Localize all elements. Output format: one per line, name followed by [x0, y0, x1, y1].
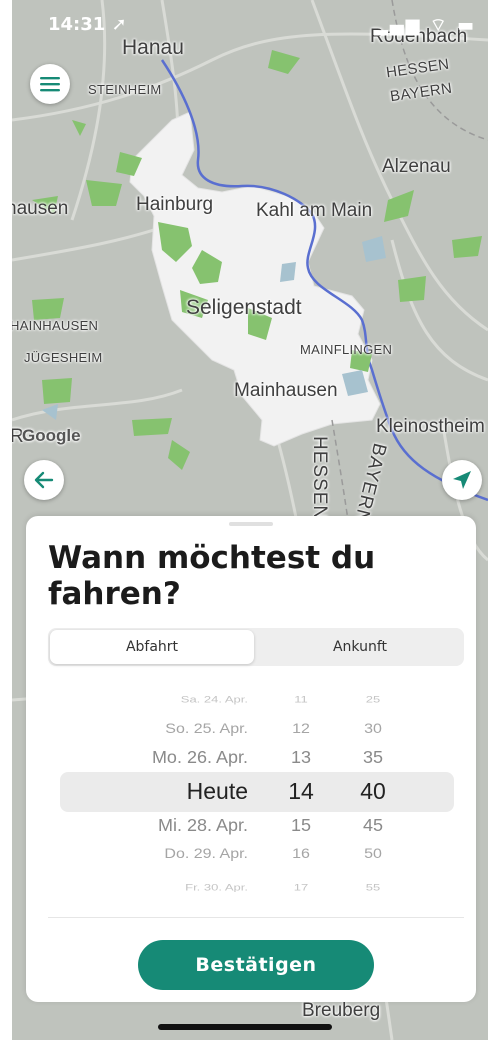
google-logo: Google — [22, 426, 81, 445]
picker-date: Mo. 26. Apr. — [151, 747, 248, 767]
picker-hour: 15 — [290, 815, 312, 835]
picker-row[interactable]: Mi. 28. Apr. 15 45 — [26, 816, 476, 843]
picker-minute: 40 — [360, 778, 386, 805]
picker-hour: 11 — [294, 694, 308, 706]
status-time: 14:31 ➚ — [48, 14, 127, 35]
map-label-kahl: Kahl am Main — [256, 200, 373, 221]
map-label-steinheim: STEINHEIM — [88, 82, 162, 97]
map-label-hainhausen: HAINHAUSEN — [12, 318, 99, 333]
menu-icon — [40, 77, 60, 92]
picker-date: Fr. 30. Apr. — [185, 882, 248, 892]
map-label-mainflingen: MAINFLINGEN — [300, 342, 393, 357]
map-label-hausen: hausen — [12, 198, 69, 219]
navigation-arrow-icon — [453, 471, 471, 489]
picker-date: Do. 29. Apr. — [164, 847, 248, 862]
map-label-hainburg: Hainburg — [136, 194, 214, 215]
picker-minute: 45 — [362, 815, 384, 835]
arrow-left-icon — [34, 471, 54, 489]
picker-hour: 16 — [292, 847, 310, 862]
map-label-hanau: Hanau — [122, 36, 184, 59]
status-system-icons: ▂▄▆ ⌔ ▬ — [374, 15, 476, 36]
menu-button[interactable] — [30, 64, 70, 104]
picker-minute: 25 — [365, 694, 381, 706]
picker-hour: 12 — [292, 721, 310, 737]
time-selection-sheet: Wann möchtest du fahren? Abfahrt Ankunft… — [26, 516, 476, 1002]
picker-hour: 17 — [293, 882, 309, 892]
picker-minute: 30 — [364, 721, 382, 737]
sheet-divider — [48, 917, 464, 918]
confirm-button[interactable]: Bestätigen — [138, 940, 374, 990]
picker-date: Heute — [186, 778, 248, 805]
map-label-mainhausen: Mainhausen — [234, 380, 338, 401]
picker-date: So. 25. Apr. — [165, 721, 248, 737]
picker-row[interactable]: So. 25. Apr. 12 30 — [26, 722, 476, 746]
picker-minute: 35 — [362, 747, 384, 767]
status-bar: 14:31 ➚ ▂▄▆ ⌔ ▬ — [12, 14, 488, 38]
sheet-handle[interactable] — [229, 522, 273, 526]
departure-arrival-toggle: Abfahrt Ankunft — [48, 628, 464, 666]
map-label-breuberg: Breuberg — [302, 1000, 381, 1021]
map-label-hessen-vertical: HESSEN — [309, 436, 330, 521]
date-time-picker[interactable]: Sa. 24. Apr. 11 25 So. 25. Apr. 12 30 Mo. 26. … — [26, 674, 476, 892]
picker-row[interactable]: Fr. 30. Apr. 17 55 — [26, 882, 476, 892]
app-screen: Hanau STEINHEIM Rodenbach HESSEN BAYERN … — [12, 0, 488, 1040]
picker-row-selected[interactable]: Heute 14 40 — [26, 778, 476, 806]
picker-minute: 55 — [365, 882, 381, 892]
picker-minute: 50 — [364, 847, 382, 862]
picker-row[interactable]: Mo. 26. Apr. 13 35 — [26, 748, 476, 775]
back-button[interactable] — [24, 460, 64, 500]
locate-button[interactable] — [442, 460, 482, 500]
map-label-juegesheim: JÜGESHEIM — [24, 350, 103, 365]
segment-departure[interactable]: Abfahrt — [50, 630, 254, 664]
sheet-title: Wann möchtest du fahren? — [48, 540, 376, 612]
map-label-kleinostheim: Kleinostheim — [376, 416, 485, 437]
picker-row[interactable]: Sa. 24. Apr. 11 25 — [26, 695, 476, 715]
map-label-seligenstadt: Seligenstadt — [186, 296, 302, 319]
picker-date: Mi. 28. Apr. — [157, 815, 248, 835]
map-label-alzenau: Alzenau — [382, 156, 451, 177]
home-indicator[interactable] — [158, 1024, 332, 1030]
picker-row[interactable]: Do. 29. Apr. 16 50 — [26, 847, 476, 871]
picker-hour: 14 — [288, 778, 314, 805]
segment-arrival[interactable]: Ankunft — [258, 630, 462, 664]
picker-date: Sa. 24. Apr. — [180, 694, 248, 706]
picker-hour: 13 — [290, 747, 312, 767]
